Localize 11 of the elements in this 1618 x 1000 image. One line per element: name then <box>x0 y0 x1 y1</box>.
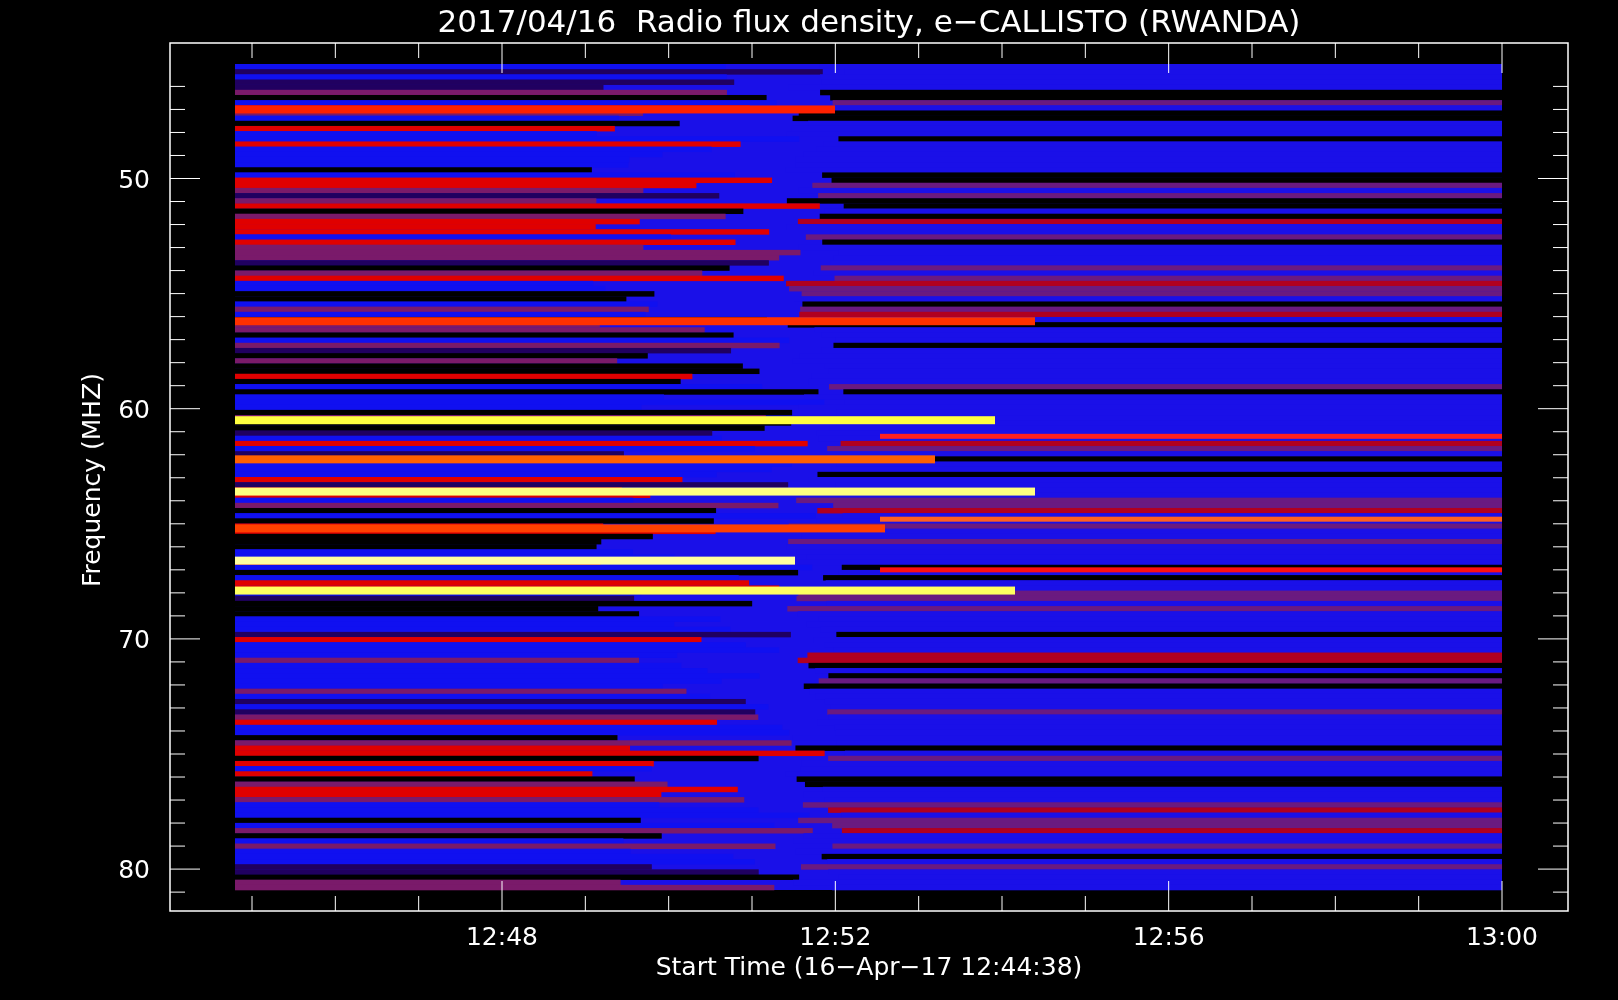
x-tick-label: 12:48 <box>466 922 538 951</box>
y-tick-label: 60 <box>118 394 150 424</box>
y-tick-label: 70 <box>118 624 150 654</box>
y-tick-label: 50 <box>118 164 150 194</box>
chart-title: 2017/04/16 Radio flux density, e−CALLISTO (RWANDA) <box>437 3 1301 39</box>
x-tick-label: 12:56 <box>1132 922 1205 951</box>
y-axis-label: Frequency (MHZ) <box>77 372 106 588</box>
x-axis-label: Start Time (16−Apr−17 12:44:38) <box>655 952 1083 981</box>
x-tick-label: 12:52 <box>799 922 872 951</box>
x-tick-label: 13:00 <box>1466 922 1538 951</box>
y-tick-label: 80 <box>118 855 150 885</box>
